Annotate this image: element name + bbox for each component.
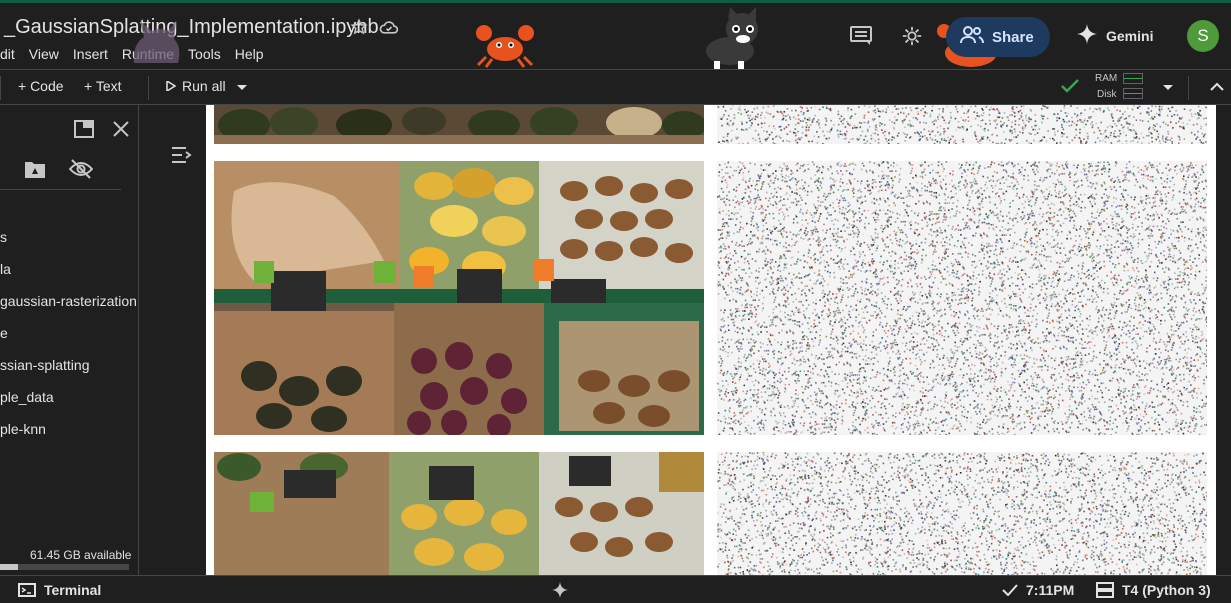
notebook-title[interactable]: _GaussianSplatting_Implementation.ipynb: [4, 16, 379, 39]
scroll-column[interactable]: [1216, 105, 1231, 575]
disk-usage-fill: [0, 564, 19, 570]
cloud-icon[interactable]: [379, 17, 399, 37]
add-code-button[interactable]: + Code: [18, 78, 64, 94]
rendered-image: [717, 161, 1207, 435]
run-all-dropdown[interactable]: [236, 84, 248, 92]
ground-truth-image: [214, 105, 704, 144]
file-item[interactable]: s: [0, 229, 7, 245]
play-icon: [166, 78, 177, 94]
gemini-label: Gemini: [1106, 27, 1154, 44]
add-text-button[interactable]: + Text: [84, 78, 122, 94]
rendered-image: [717, 105, 1207, 144]
connected-check-icon: [1061, 79, 1079, 93]
noise-pattern: [717, 161, 1207, 435]
avatar[interactable]: S: [1187, 20, 1219, 52]
people-icon: [960, 26, 984, 48]
file-item[interactable]: e: [0, 325, 8, 341]
gemini-button[interactable]: Gemini: [1076, 23, 1153, 48]
chevron-up-icon: [1210, 82, 1224, 91]
noise-pattern: [717, 105, 1207, 144]
star-icon[interactable]: [349, 17, 369, 37]
toolbar-divider: [148, 76, 149, 100]
file-item[interactable]: gaussian-rasterization: [0, 293, 137, 309]
terminal-button[interactable]: Terminal: [18, 582, 101, 598]
gemini-sparkle-icon: [551, 581, 569, 599]
runtime-status[interactable]: T4 (Python 3): [1096, 582, 1211, 598]
menu-help[interactable]: Help: [228, 46, 271, 62]
cat-mascot: [694, 7, 774, 76]
terminal-label: Terminal: [44, 582, 102, 598]
file-item[interactable]: ple-knn: [0, 421, 46, 437]
cat-mascot-small: [124, 15, 186, 72]
hide-files-icon[interactable]: [68, 159, 94, 184]
execution-status[interactable]: 7:11PM: [1002, 582, 1074, 598]
runtime-label: T4 (Python 3): [1122, 582, 1211, 598]
menu-view[interactable]: View: [22, 46, 66, 62]
toolbar-divider: [1188, 76, 1189, 100]
menu-tools[interactable]: Tools: [181, 46, 228, 62]
check-icon: [1002, 584, 1018, 596]
comment-icon[interactable]: [846, 21, 876, 51]
header: _GaussianSplatting_Implementation.ipynb …: [0, 3, 1231, 69]
gemini-sparkle-icon: [1076, 23, 1098, 48]
disk-label: Disk: [1097, 89, 1117, 100]
ram-bar: [1123, 73, 1143, 84]
file-item[interactable]: la: [0, 261, 11, 277]
resources-dropdown[interactable]: [1162, 84, 1174, 92]
file-item[interactable]: ple_data: [0, 389, 54, 405]
settings-icon[interactable]: [897, 21, 927, 51]
server-icon: [1096, 582, 1114, 598]
files-panel: s la gaussian-rasterization e ssian-spla…: [0, 105, 139, 575]
close-icon[interactable]: [112, 120, 130, 143]
file-item[interactable]: ssian-splatting: [0, 357, 90, 373]
collapse-header-button[interactable]: [1210, 82, 1224, 91]
status-bar: Terminal 7:11PM T4 (Python 3): [0, 575, 1231, 603]
execution-time: 7:11PM: [1026, 582, 1075, 598]
cell-output: [206, 105, 1216, 575]
terminal-icon: [18, 583, 36, 597]
rendered-image: [717, 452, 1207, 575]
run-all-button[interactable]: Run all: [166, 78, 226, 94]
add-code-label: + Code: [18, 78, 64, 94]
menu-edit[interactable]: dit: [0, 46, 22, 62]
title-actions: [349, 17, 399, 37]
cell-rail: [140, 105, 206, 575]
noise-pattern: [717, 452, 1207, 575]
chevron-down-icon: [1163, 85, 1173, 90]
chevron-down-icon: [237, 85, 247, 90]
toolbar: + Code + Text Run all RAM Disk: [0, 69, 1231, 105]
disk-bar-mini: [1123, 88, 1143, 99]
toolbar-divider: [0, 76, 1, 100]
mount-drive-icon[interactable]: [24, 159, 46, 184]
crab-mascot: [474, 23, 536, 74]
share-button[interactable]: Share: [946, 17, 1050, 57]
disk-usage-bar: [0, 564, 129, 570]
ground-truth-image: [214, 452, 704, 575]
disk-available-text: 61.45 GB available: [30, 548, 132, 562]
output-actions-icon[interactable]: [171, 146, 193, 169]
ground-truth-image: [214, 161, 704, 435]
run-all-label: Run all: [182, 78, 226, 94]
panel-divider: [0, 189, 121, 190]
ram-label: RAM: [1095, 73, 1118, 84]
gemini-center-button[interactable]: [551, 581, 569, 599]
add-text-label: + Text: [84, 78, 122, 94]
share-label: Share: [992, 28, 1034, 46]
menu-insert[interactable]: Insert: [66, 46, 115, 62]
open-in-tab-icon[interactable]: [74, 120, 94, 143]
